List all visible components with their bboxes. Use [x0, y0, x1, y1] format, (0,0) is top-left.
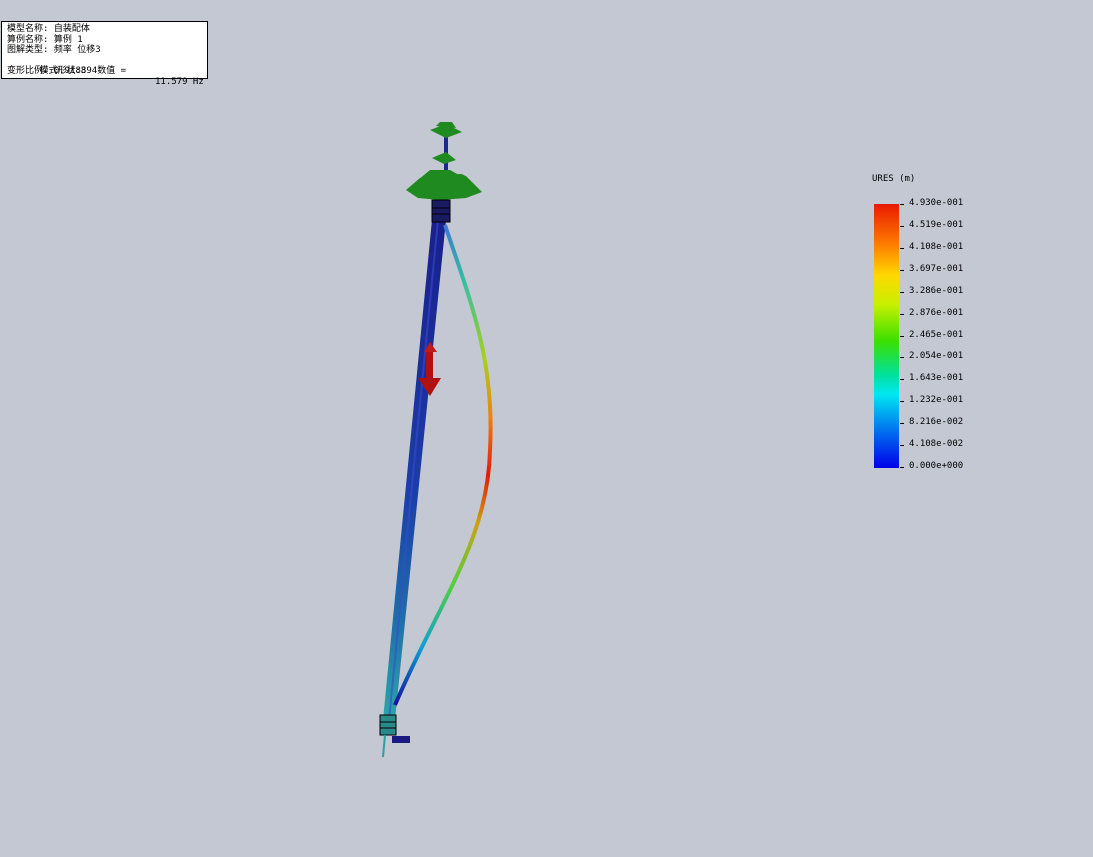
main-tube: [383, 219, 446, 721]
legend-tick: [900, 467, 904, 468]
legend-label: 3.286e-001: [909, 286, 964, 296]
legend-label: 1.643e-001: [909, 373, 964, 383]
legend-color-bar: [874, 204, 899, 468]
bottom-connector: [379, 714, 410, 758]
legend-tick: [900, 401, 904, 402]
legend-tick: [900, 379, 904, 380]
legend-tick: [900, 226, 904, 227]
legend-tick: [900, 445, 904, 446]
legend-tick: [900, 314, 904, 315]
fixture-markers: [406, 122, 482, 200]
legend-tick: [900, 292, 904, 293]
legend-label: 4.519e-001: [909, 220, 964, 230]
legend-tick: [900, 248, 904, 249]
legend-label: 4.930e-001: [909, 198, 964, 208]
top-connector: [431, 199, 451, 223]
legend-label: 2.465e-001: [909, 330, 964, 340]
legend-tick: [900, 357, 904, 358]
legend-tick: [900, 204, 904, 205]
legend-tick: [900, 423, 904, 424]
deformed-model-view[interactable]: [0, 0, 1093, 857]
legend-label: 4.108e-001: [909, 242, 964, 252]
legend-tick: [900, 270, 904, 271]
graphics-viewport[interactable]: 模型名称: 自装配体 算例名称: 算例 1 图解类型: 频率 位移3 模式形状:…: [0, 0, 1093, 857]
legend-label: 1.232e-001: [909, 395, 964, 405]
legend-label: 2.054e-001: [909, 351, 964, 361]
legend-label: 0.000e+000: [909, 461, 964, 471]
legend-label: 2.876e-001: [909, 308, 964, 318]
legend-label: 4.108e-002: [909, 439, 964, 449]
legend-label: 3.697e-001: [909, 264, 964, 274]
legend-tick: [900, 336, 904, 337]
legend-title: URES (m): [872, 174, 916, 184]
legend-label: 8.216e-002: [909, 417, 964, 427]
